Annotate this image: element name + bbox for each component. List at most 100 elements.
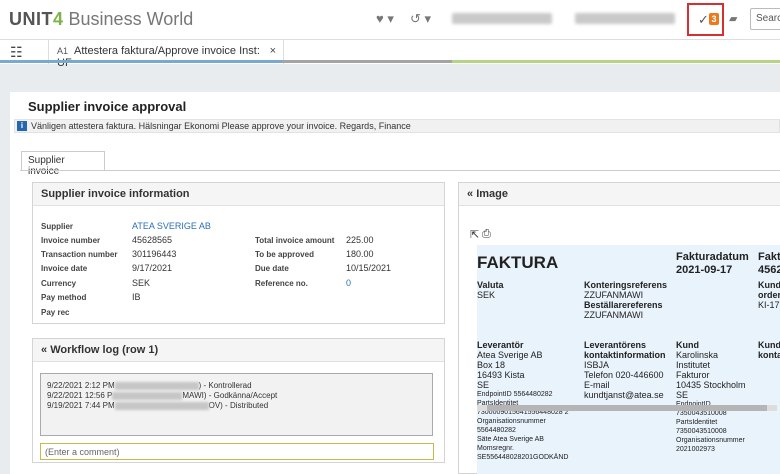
field-value: 225.00 bbox=[346, 235, 374, 245]
invoice-text: SE556448028201GODKÄND bbox=[477, 454, 569, 461]
logo-four: 4 bbox=[53, 9, 64, 29]
log-action: ) - Kontrollerad bbox=[198, 381, 252, 390]
invoice-text: ISBJA bbox=[584, 360, 610, 370]
tab-supplier-invoice[interactable]: Supplier invoice bbox=[21, 151, 105, 177]
blurred-user-info bbox=[452, 13, 552, 24]
invoice-text: Fakturor bbox=[676, 370, 710, 380]
invoice-text: PartsIdentitet bbox=[676, 419, 718, 426]
task-notification-button[interactable]: ✓ 3 bbox=[687, 3, 724, 36]
invoice-image: FAKTURA Fakturadatum 2021-09-17 Fakt 456… bbox=[477, 245, 780, 474]
field-value: 301196443 bbox=[132, 249, 177, 259]
invoice-text: 4562 bbox=[758, 264, 780, 276]
search-input[interactable]: Search bbox=[750, 8, 780, 30]
comment-input[interactable]: (Enter a comment) bbox=[40, 443, 434, 460]
invoice-text: Leverantörens bbox=[584, 340, 647, 350]
field-label: Due date bbox=[255, 264, 289, 273]
unit4-logo[interactable]: UNIT4 Business World bbox=[9, 9, 193, 30]
panel-title: Image bbox=[476, 188, 508, 200]
log-action: MAWI) - Godkänna/Accept bbox=[182, 391, 278, 400]
invoice-text: Säte Atea Sverige AB bbox=[477, 436, 544, 443]
invoice-text: Box 18 bbox=[477, 360, 506, 370]
log-action: OV) - Distributed bbox=[208, 401, 269, 410]
panel-header[interactable]: « Workflow log (row 1) bbox=[33, 339, 444, 362]
info-icon: i bbox=[17, 121, 27, 131]
blurred-user bbox=[114, 381, 199, 390]
heart-icon[interactable]: ♥ ▾ bbox=[376, 11, 394, 27]
invoice-text: order bbox=[758, 290, 780, 300]
invoice-text: Kund bbox=[758, 340, 780, 350]
invoice-text: Atea Sverige AB bbox=[477, 350, 543, 360]
workflow-log-list[interactable]: 9/22/2021 2:12 PM ) - Kontrollerad 9/22/2… bbox=[40, 373, 433, 436]
close-icon[interactable]: × bbox=[270, 45, 276, 57]
invoice-text: Organisationsnummer bbox=[477, 418, 546, 425]
blurred-user bbox=[114, 401, 209, 410]
field-label: Currency bbox=[41, 279, 77, 288]
invoice-text: Valuta bbox=[477, 280, 504, 290]
main-content: Supplier invoice approval i Vänligen att… bbox=[10, 92, 780, 474]
print-icon[interactable]: ⎙ bbox=[482, 228, 491, 241]
field-label: Reference no. bbox=[255, 279, 308, 288]
chat-icon[interactable]: ▰ bbox=[729, 12, 737, 25]
field-value: 180.00 bbox=[346, 249, 374, 259]
field-label: Supplier bbox=[41, 222, 74, 231]
invoice-text: 10435 Stockholm bbox=[676, 380, 746, 390]
invoice-text: 7350043510008 bbox=[676, 428, 727, 435]
field-value: 9/17/2021 bbox=[132, 263, 173, 273]
history-icon[interactable]: ↺ ▾ bbox=[410, 11, 431, 27]
field-value: 45628565 bbox=[132, 235, 173, 245]
blurred-user bbox=[112, 391, 183, 400]
tab-accent-line-2 bbox=[282, 60, 452, 63]
invoice-text: KI-17 bbox=[758, 300, 780, 310]
invoice-text: SEK bbox=[477, 290, 496, 300]
tab-accent-line bbox=[0, 60, 282, 63]
menu-grid-icon[interactable]: ☷ bbox=[10, 44, 23, 61]
invoice-text: kundtjanst@atea.se bbox=[584, 390, 664, 400]
task-count-badge: 3 bbox=[709, 13, 719, 25]
invoice-text: Beställarereferens bbox=[584, 300, 663, 310]
invoice-text: Kund bbox=[758, 280, 780, 290]
field-label: Pay method bbox=[41, 293, 87, 302]
log-time: 9/19/2021 7:44 PM bbox=[47, 401, 115, 410]
invoice-text: Organisationsnummer bbox=[676, 437, 745, 444]
tab-accent-line-3 bbox=[452, 60, 780, 63]
scrollbar-thumb[interactable] bbox=[487, 405, 767, 411]
blurred-company-info bbox=[575, 13, 675, 24]
horizontal-scrollbar[interactable] bbox=[477, 405, 777, 411]
invoice-text: Konteringsreferens bbox=[584, 280, 668, 290]
invoice-text: 2021002973 bbox=[676, 446, 715, 453]
invoice-text: Momsregnr. bbox=[477, 445, 514, 452]
checkmark-icon: ✓ bbox=[698, 12, 709, 27]
invoice-text: 2021-09-17 bbox=[676, 264, 733, 276]
info-message: i Vänligen attestera faktura. Hälsningar… bbox=[14, 119, 780, 133]
log-time: 9/22/2021 2:12 PM bbox=[47, 381, 115, 390]
collapse-icon[interactable]: « bbox=[467, 188, 473, 200]
field-value: IB bbox=[132, 292, 141, 302]
workflow-log-panel: « Workflow log (row 1) 9/22/2021 2:12 PM… bbox=[32, 338, 445, 463]
field-value: 10/15/2021 bbox=[346, 263, 392, 273]
invoice-text: Telefon 020-446600 bbox=[584, 370, 664, 380]
export-icon[interactable]: ⇱ bbox=[470, 228, 479, 241]
invoice-text: E-mail bbox=[584, 380, 610, 390]
reference-link[interactable]: 0 bbox=[346, 278, 351, 288]
panel-header[interactable]: « Image bbox=[459, 183, 780, 206]
field-label: Transaction number bbox=[41, 250, 118, 259]
invoice-text: SE bbox=[676, 390, 689, 400]
invoice-text: ZZUFANMAWI bbox=[584, 290, 644, 300]
invoice-text: Fakturadatum bbox=[676, 251, 749, 263]
invoice-text: ZZUFANMAWI bbox=[584, 310, 644, 320]
logo-unit: UNIT bbox=[9, 9, 53, 29]
field-label: To be approved bbox=[255, 250, 314, 259]
tab-title: Attestera faktura/Approve invoice Inst: … bbox=[57, 45, 260, 69]
field-label: Pay rec bbox=[41, 308, 70, 317]
collapse-icon[interactable]: « bbox=[41, 344, 47, 356]
panel-title: Supplier invoice information bbox=[33, 183, 444, 206]
invoice-text: Kund bbox=[676, 340, 699, 350]
app-header: UNIT4 Business World ♥ ▾ ↺ ▾ ✓ 3 ▰ Searc… bbox=[0, 0, 780, 40]
supplier-link[interactable]: ATEA SVERIGE AB bbox=[132, 221, 211, 231]
invoice-text: konta bbox=[758, 350, 780, 360]
field-label: Invoice date bbox=[41, 264, 88, 273]
invoice-text: 16493 Kista bbox=[477, 370, 525, 380]
log-time: 9/22/2021 12:56 P bbox=[47, 391, 113, 400]
field-label: Total invoice amount bbox=[255, 236, 335, 245]
sub-tab-divider bbox=[20, 170, 780, 171]
